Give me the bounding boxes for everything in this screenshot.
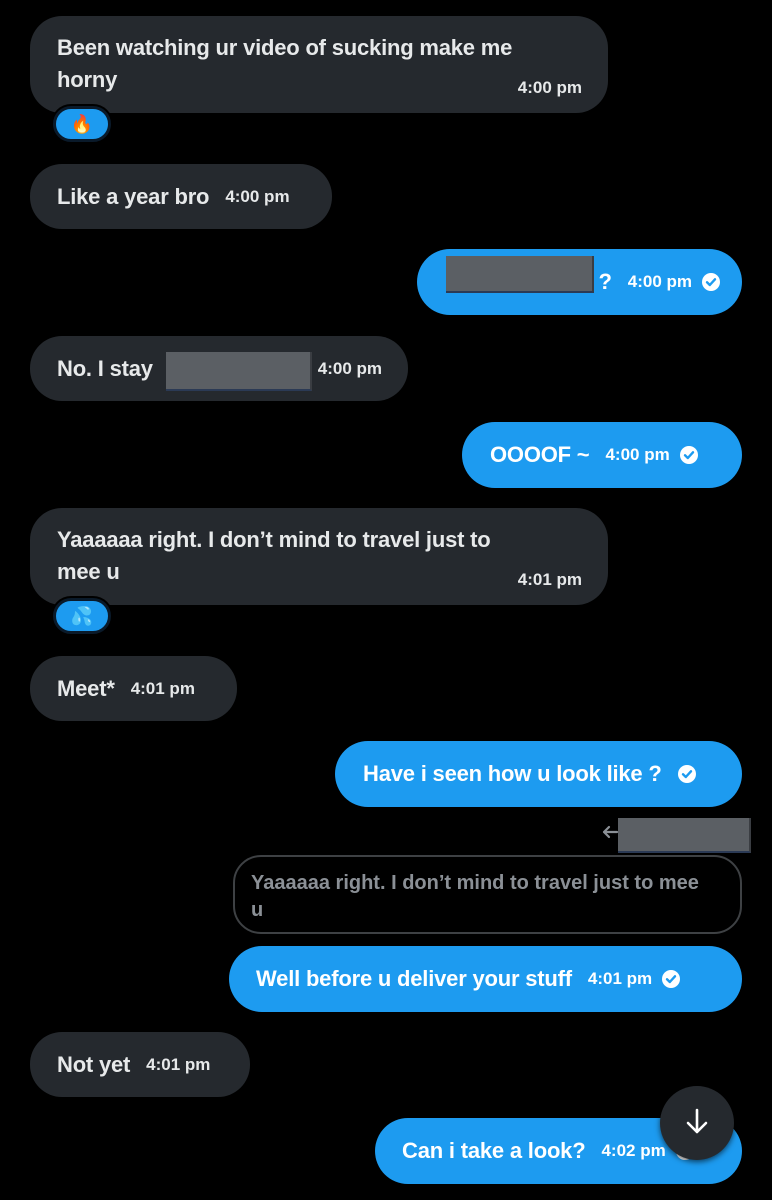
message-text: Have i seen how u look like ? [363, 761, 662, 786]
message-bubble-received[interactable]: Not yet 4:01 pm [30, 1032, 250, 1097]
fire-emoji-icon: 🔥 [70, 113, 94, 134]
message-bubble-received[interactable]: Yaaaaaa right. I don’t mind to travel ju… [30, 508, 608, 605]
message-timestamp: 4:01 pm [587, 969, 653, 988]
message-bubble-received[interactable]: Been watching ur video of sucking make m… [30, 16, 608, 113]
quoted-message[interactable]: Yaaaaaa right. I don’t mind to travel ju… [233, 855, 742, 934]
sweat-droplets-emoji-icon: 💦 [70, 605, 94, 626]
check-circle-icon [677, 765, 696, 783]
check-circle-icon [702, 273, 720, 291]
message-text: ? [598, 269, 612, 294]
message-bubble-sent[interactable]: Have i seen how u look like ? [335, 741, 742, 807]
message-text: Like a year bro [57, 183, 210, 209]
message-bubble-sent[interactable]: OOOOF ~ 4:00 pm [462, 422, 742, 488]
reply-arrow-icon [600, 822, 620, 847]
redaction-block [618, 818, 751, 853]
reaction-badge[interactable]: 💦 [53, 598, 111, 634]
message-text: Meet* [57, 675, 115, 701]
message-text: No. I stay [57, 355, 153, 381]
message-text: Can i take a look? [402, 1138, 586, 1163]
message-thread[interactable]: Been watching ur video of sucking make m… [0, 0, 772, 1200]
message-text: Yaaaaaa right. I don’t mind to travel ju… [57, 527, 491, 552]
redaction-block [446, 256, 594, 293]
arrow-down-icon [682, 1106, 712, 1141]
message-timestamp: 4:02 pm [601, 1141, 666, 1160]
message-bubble-sent[interactable]: Well before u deliver your stuff 4:01 pm [229, 946, 742, 1012]
message-timestamp: 4:00 pm [225, 186, 290, 206]
check-circle-icon [679, 446, 698, 464]
message-timestamp: 4:01 pm [146, 1054, 211, 1074]
message-timestamp: 4:00 pm [517, 78, 582, 97]
message-text: Well before u deliver your stuff [256, 966, 572, 991]
quoted-text: u [251, 899, 264, 921]
message-timestamp: 4:01 pm [517, 570, 582, 589]
message-text: horny [57, 67, 118, 92]
message-timestamp: 4:01 pm [130, 678, 195, 698]
message-text: mee u [57, 559, 120, 584]
message-timestamp: 4:00 pm [605, 445, 670, 464]
check-circle-icon [662, 970, 681, 988]
scroll-to-bottom-button[interactable] [660, 1086, 734, 1160]
redaction-block [166, 352, 312, 391]
message-timestamp: 4:00 pm [317, 358, 382, 378]
message-bubble-received[interactable]: Meet* 4:01 pm [30, 656, 237, 721]
message-timestamp: 4:00 pm [627, 272, 692, 291]
message-text: Not yet [57, 1051, 131, 1077]
reaction-badge[interactable]: 🔥 [53, 106, 111, 142]
message-text: Been watching ur video of sucking make m… [57, 35, 513, 60]
quoted-text: Yaaaaaa right. I don’t mind to travel ju… [251, 872, 699, 894]
message-bubble-received[interactable]: Like a year bro 4:00 pm [30, 164, 332, 229]
message-text: OOOOF ~ [490, 442, 590, 467]
